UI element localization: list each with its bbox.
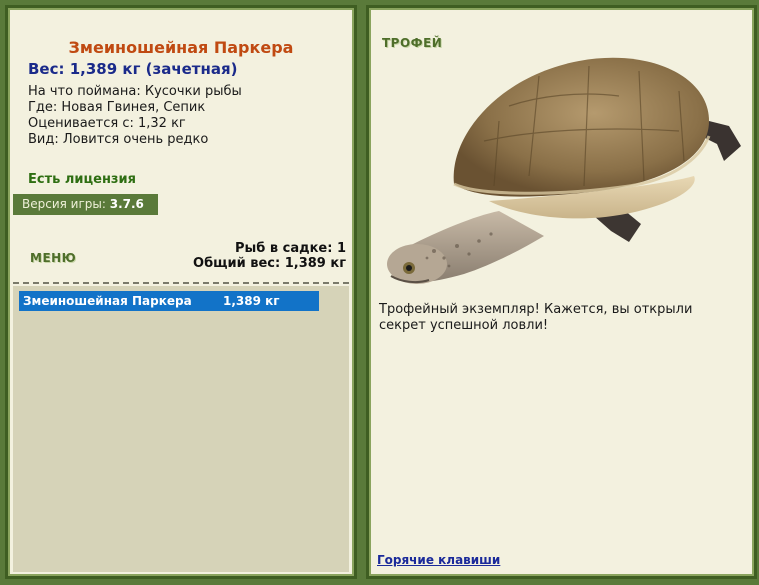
keepnet-total-weight: Общий вес: 1,389 кг bbox=[193, 256, 346, 271]
fish-bait: На что поймана: Кусочки рыбы bbox=[28, 84, 242, 99]
turtle-image bbox=[379, 36, 749, 296]
version-bar: Версия игры: 3.7.6 bbox=[13, 194, 158, 215]
menu-button[interactable]: МЕНЮ bbox=[30, 251, 76, 265]
catch-list: Змеиношейная Паркера 1,389 кг bbox=[13, 286, 349, 572]
hotkeys-link[interactable]: Горячие клавиши bbox=[377, 553, 500, 567]
version-value: 3.7.6 bbox=[109, 197, 144, 211]
license-status: Есть лицензия bbox=[28, 172, 136, 187]
version-label: Версия игры: bbox=[22, 197, 106, 211]
fish-weight: Вес: 1,389 кг (зачетная) bbox=[28, 60, 238, 78]
fish-info-panel: Змеиношейная Паркера Вес: 1,389 кг (заче… bbox=[5, 5, 357, 579]
keepnet-count: Рыб в садке: 1 bbox=[234, 241, 346, 256]
list-item[interactable]: Змеиношейная Паркера 1,389 кг bbox=[19, 291, 319, 311]
fish-rarity: Вид: Ловится очень редко bbox=[28, 132, 209, 147]
trophy-panel: ТРОФЕЙ Трофейный экземпляр! Кажется, вы … bbox=[366, 5, 757, 579]
list-item-name: Змеиношейная Паркера bbox=[23, 294, 192, 308]
list-item-weight: 1,389 кг bbox=[223, 294, 280, 308]
divider bbox=[13, 282, 349, 284]
fish-location: Где: Новая Гвинея, Сепик bbox=[28, 100, 206, 115]
fish-price: Оценивается с: 1,32 кг bbox=[28, 116, 186, 131]
trophy-message: Трофейный экземпляр! Кажется, вы открыли… bbox=[379, 302, 693, 333]
fish-title: Змеиношейная Паркера bbox=[68, 38, 294, 57]
